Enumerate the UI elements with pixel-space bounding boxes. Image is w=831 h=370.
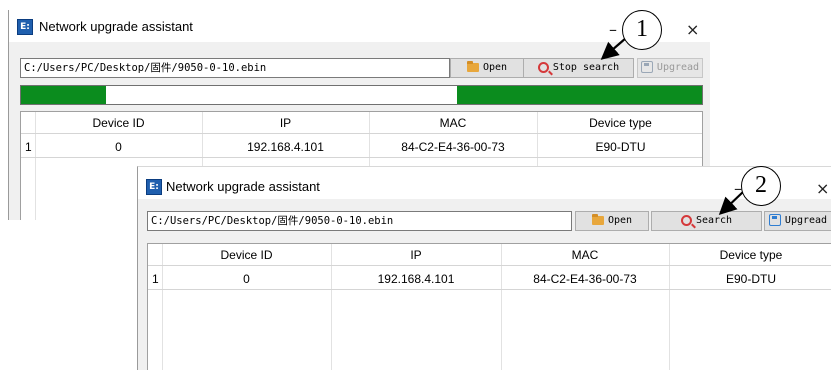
step-callout-2: 2: [741, 166, 781, 206]
callout-arrows: [600, 37, 745, 216]
step-callout-1: 1: [622, 10, 662, 50]
callout-arrow-2: [718, 190, 745, 216]
callout-arrow-1: [600, 37, 627, 60]
